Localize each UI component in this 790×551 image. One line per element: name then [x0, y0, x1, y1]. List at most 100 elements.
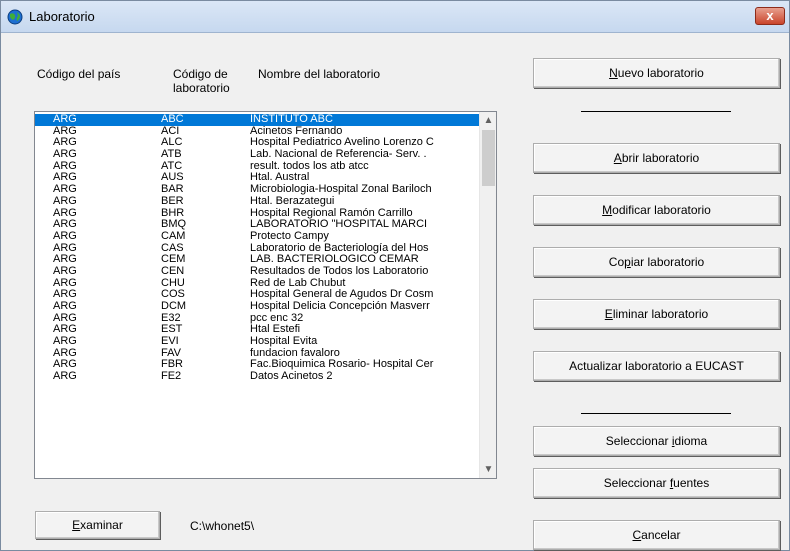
list-item[interactable]: ARG COS Hospital General de Agudos Dr Cosm [35, 289, 480, 301]
list-item[interactable]: ARG CEM LAB. BACTERIOLOGICO CEMAR [35, 254, 480, 266]
lab-code-cell: FAV [161, 347, 181, 359]
list-item[interactable]: ARG E32 pcc enc 32 [35, 313, 480, 325]
button-label: Cancelar [632, 528, 680, 542]
country-code-cell: ARG [53, 137, 77, 149]
lab-name-cell: Hospital General de Agudos Dr Cosm [250, 289, 434, 301]
select-sources-button[interactable]: Seleccionar fuentes [533, 468, 780, 498]
laboratorio-window: Laboratorio x Código del país Código de … [0, 0, 790, 551]
new-laboratory-button[interactable]: Nuevo laboratorio [533, 58, 780, 88]
lab-name-cell: Datos Acinetos 2 [250, 371, 333, 383]
lab-code-cell: BAR [161, 184, 184, 196]
button-label-post: uentes [673, 476, 710, 490]
lab-name-cell: Hospital Delicia Concepción Masverr [250, 301, 430, 312]
lab-code-cell: BMQ [161, 219, 187, 231]
button-label-pre: Co [608, 255, 625, 269]
vertical-scrollbar[interactable]: ▲ ▼ [479, 112, 496, 478]
country-code-cell: ARG [53, 195, 77, 207]
list-item[interactable]: ARG ALC Hospital Pediatrico Avelino Lorenz… [35, 137, 480, 149]
copy-laboratory-button[interactable]: Copiar laboratorio [533, 247, 780, 277]
browse-button[interactable]: Examinar [35, 511, 160, 539]
button-label-u: E [72, 518, 81, 532]
list-item[interactable]: ARG ACI Acinetos Fernando [35, 126, 480, 138]
header-lab-code-line2: laboratorio [173, 81, 230, 95]
list-item[interactable]: ARG ABC INSTITUTO ABC [35, 114, 480, 126]
button-label-post: ancelar [641, 528, 681, 542]
globe-icon [7, 9, 23, 25]
update-to-eucast-button[interactable]: Actualizar laboratorio a EUCAST [533, 351, 780, 381]
window-title: Laboratorio [29, 9, 95, 24]
header-lab-code-line1: Código de [173, 67, 228, 81]
scroll-down-arrow-icon[interactable]: ▼ [480, 461, 496, 478]
country-code-cell: ARG [53, 207, 77, 219]
country-code-cell: ARG [53, 114, 77, 125]
button-label: Modificar laboratorio [602, 203, 711, 217]
lab-name-cell: Htal. Austral [250, 172, 310, 184]
list-item[interactable]: ARG BHR Hospital Regional Ramón Carrillo [35, 208, 480, 220]
lab-code-cell: CEM [161, 254, 186, 266]
button-label: Examinar [72, 518, 123, 532]
separator [581, 413, 731, 414]
lab-name-cell: Acinetos Fernando [250, 125, 343, 137]
country-code-cell: ARG [53, 230, 77, 242]
laboratory-rows: ARG ABC INSTITUTO ABC ARG ACI Acinetos Fernan… [35, 114, 480, 383]
open-laboratory-button[interactable]: Abrir laboratorio [533, 143, 780, 173]
scrollbar-thumb[interactable] [482, 130, 495, 186]
lab-name-cell: Protecto Campy [250, 230, 329, 242]
list-item[interactable]: ARG EVI Hospital Evita [35, 336, 480, 348]
title-bar: Laboratorio x [1, 1, 789, 33]
lab-name-cell: Red de Lab Chubut [250, 277, 346, 289]
lab-name-cell: pcc enc 32 [250, 312, 304, 324]
button-label-post: xaminar [80, 518, 123, 532]
lab-code-cell: ATC [161, 160, 183, 172]
delete-laboratory-button[interactable]: Eliminar laboratorio [533, 299, 780, 329]
lab-code-cell: ALC [161, 137, 183, 149]
list-item[interactable]: ARG FBR Fac.Bioquimica Rosario- Hospital C… [35, 359, 480, 371]
lab-code-cell: CEN [161, 265, 185, 277]
modify-laboratory-button[interactable]: Modificar laboratorio [533, 195, 780, 225]
lab-code-cell: EST [161, 324, 183, 336]
lab-code-cell: FE2 [161, 371, 182, 383]
list-item[interactable]: ARG AUS Htal. Austral [35, 172, 480, 184]
list-item[interactable]: ARG CHU Red de Lab Chubut [35, 278, 480, 290]
list-item[interactable]: ARG ATB Lab. Nacional de Referencia- Serv.… [35, 149, 480, 161]
lab-code-cell: E32 [161, 312, 181, 324]
button-label-u: A [613, 151, 622, 165]
close-button[interactable]: x [755, 7, 785, 25]
lab-name-cell: Fac.Bioquimica Rosario- Hospital Cer [250, 359, 434, 371]
button-label-post: odificar laboratorio [612, 203, 711, 217]
button-label: Abrir laboratorio [614, 151, 699, 165]
list-item[interactable]: ARG FAV fundacion favaloro [35, 348, 480, 360]
country-code-cell: ARG [53, 242, 77, 254]
country-code-cell: ARG [53, 277, 77, 289]
list-item[interactable]: ARG CEN Resultados de Todos los Laboratori… [35, 266, 480, 278]
lab-code-cell: CHU [161, 277, 185, 289]
button-label: Seleccionar fuentes [604, 476, 709, 490]
lab-code-cell: DCM [161, 301, 187, 312]
list-item[interactable]: ARG CAM Protecto Campy [35, 231, 480, 243]
list-item[interactable]: ARG EST Htal Estefi [35, 324, 480, 336]
lab-name-cell: result. todos los atb atcc [250, 160, 369, 172]
select-language-button[interactable]: Seleccionar idioma [533, 426, 780, 456]
header-lab-name: Nombre del laboratorio [258, 67, 381, 81]
list-item[interactable]: ARG BMQ LABORATORIO "HOSPITAL MARCI [35, 219, 480, 231]
country-code-cell: ARG [53, 219, 77, 231]
country-code-cell: ARG [53, 160, 77, 172]
button-label-post: dioma [674, 434, 708, 448]
lab-code-cell: BER [161, 195, 184, 207]
lab-name-cell: LAB. BACTERIOLOGICO CEMAR [250, 254, 419, 266]
button-label-post: liminar laboratorio [612, 307, 709, 321]
lab-code-cell: ATB [161, 149, 182, 161]
list-item[interactable]: ARG BER Htal. Berazategui [35, 196, 480, 208]
list-item[interactable]: ARG ATC result. todos los atb atcc [35, 161, 480, 173]
scroll-up-arrow-icon[interactable]: ▲ [480, 112, 496, 129]
lab-name-cell: Hospital Regional Ramón Carrillo [250, 207, 413, 219]
lab-code-cell: ACI [161, 125, 180, 137]
list-item[interactable]: ARG FE2 Datos Acinetos 2 [35, 371, 480, 383]
list-item[interactable]: ARG DCM Hospital Delicia Concepción Masver… [35, 301, 480, 313]
cancel-button[interactable]: Cancelar [533, 520, 780, 550]
laboratory-list[interactable]: ARG ABC INSTITUTO ABC ARG ACI Acinetos Fernan… [34, 111, 497, 479]
list-item[interactable]: ARG CAS Laboratorio de Bacteriología del H… [35, 243, 480, 255]
country-code-cell: ARG [53, 371, 77, 383]
list-item[interactable]: ARG BAR Microbiologia-Hospital Zonal Baril… [35, 184, 480, 196]
lab-code-cell: BHR [161, 207, 185, 219]
